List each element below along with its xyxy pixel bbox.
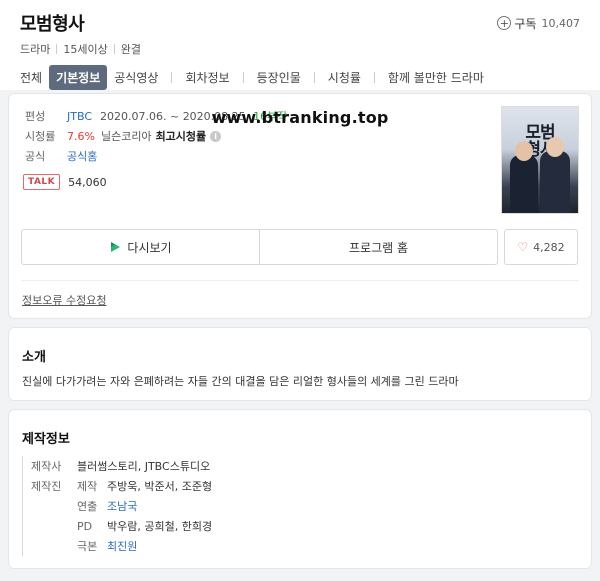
rating-value: 7.6% xyxy=(67,129,95,143)
staff-label: 제작진 xyxy=(31,480,62,493)
subscribe-count: 10,407 xyxy=(541,16,581,30)
official-home-link[interactable]: 공식홈 xyxy=(67,148,97,164)
divider xyxy=(21,280,579,281)
intro-card: 소개 진실에 다가가려는 자와 은폐하려는 자들 간의 대결을 담은 리얼한 형… xyxy=(9,328,591,400)
pd-value: 박우람, 공희철, 한희경 xyxy=(107,520,213,533)
tab-divider xyxy=(242,72,244,83)
producer-value: 주방욱, 박준서, 조준형 xyxy=(107,480,213,493)
poster-face xyxy=(515,141,533,161)
info-icon[interactable]: i xyxy=(210,130,222,142)
production-title: 제작정보 xyxy=(22,432,70,447)
director-link[interactable]: 조남국 xyxy=(107,498,137,514)
rating-source: 닐슨코리아 xyxy=(100,130,152,143)
subscribe-label: 구독 xyxy=(514,16,537,31)
tab-divider xyxy=(171,72,173,83)
tab-official-video[interactable]: 공식영상 xyxy=(107,65,165,90)
pd-label: PD xyxy=(77,519,93,533)
tab-all[interactable]: 전체 xyxy=(20,65,49,90)
divider xyxy=(113,44,115,54)
production-info: 제작사 블러썸스토리, JTBC스튜디오 제작진 제작 주방욱, 박준서, 조준… xyxy=(22,456,442,556)
meta-info: 드라마 15세이상 완결 xyxy=(20,41,580,57)
tab-divider xyxy=(313,72,315,83)
writer-label: 극본 xyxy=(77,540,98,553)
talk-badge[interactable]: TALK xyxy=(23,174,61,190)
intro-title: 소개 xyxy=(22,350,46,365)
tab-basic-info[interactable]: 기본정보 xyxy=(49,65,108,90)
like-button[interactable]: ♡ 4,282 xyxy=(504,229,578,265)
report-error-link[interactable]: 정보오류 수정요청 xyxy=(22,292,106,308)
page-title: 모범형사 xyxy=(20,14,85,35)
subscribe-button[interactable]: + 구독 10,407 xyxy=(497,15,580,32)
status: 완결 xyxy=(120,43,141,56)
plus-icon: + xyxy=(497,16,512,30)
company-label: 제작사 xyxy=(31,460,62,473)
like-count: 4,282 xyxy=(533,240,565,254)
header: 모범형사 + 구독 10,407 드라마 15세이상 완결 전체 기본정보 공식… xyxy=(0,0,600,90)
producer-label: 제작 xyxy=(77,480,98,493)
poster-figure xyxy=(510,155,538,213)
age-rating: 15세이상 xyxy=(63,43,108,56)
tab-episodes[interactable]: 회차정보 xyxy=(178,65,236,90)
tab-characters[interactable]: 등장인물 xyxy=(250,65,308,90)
replay-button[interactable]: 다시보기 xyxy=(22,230,259,264)
tab-bar: 전체 기본정보 공식영상 회차정보 등장인물 시청률 함께 볼만한 드라마 xyxy=(20,65,580,90)
watermark-text: www.btranking.top xyxy=(211,108,389,127)
divider xyxy=(56,44,58,54)
heart-icon: ♡ xyxy=(517,240,529,254)
rating-label: 시청률 xyxy=(25,130,56,143)
replay-label: 다시보기 xyxy=(127,240,172,255)
action-row: 다시보기 프로그램 홈 ♡ 4,282 xyxy=(21,229,579,265)
talk-count: 54,060 xyxy=(68,175,107,189)
poster-face xyxy=(546,137,564,157)
play-icon xyxy=(111,242,121,252)
official-label: 공식 xyxy=(25,150,46,163)
tab-ratings[interactable]: 시청률 xyxy=(321,65,368,90)
company-value: 블러썸스토리, JTBC스튜디오 xyxy=(77,460,211,473)
program-home-button[interactable]: 프로그램 홈 xyxy=(259,230,497,264)
basic-info-card: 편성 JTBC 2020.07.06. ~ 2020.08.25. 16부작 시… xyxy=(9,94,591,318)
action-group: 다시보기 프로그램 홈 xyxy=(21,229,498,265)
poster-figure xyxy=(540,151,570,213)
program-home-label: 프로그램 홈 xyxy=(348,240,408,255)
director-label: 연출 xyxy=(77,500,98,513)
intro-text: 진실에 다가가려는 자와 은폐하려는 자들 간의 대결을 담은 리얼한 형사들의… xyxy=(22,375,459,388)
rating-note: 최고시청률 xyxy=(155,130,207,143)
genre: 드라마 xyxy=(20,43,51,56)
tab-divider xyxy=(373,72,375,83)
tab-recommended[interactable]: 함께 볼만한 드라마 xyxy=(381,65,491,90)
production-card: 제작정보 제작사 블러썸스토리, JTBC스튜디오 제작진 제작 주방욱, 박준… xyxy=(9,410,591,568)
writer-link[interactable]: 최진원 xyxy=(107,538,137,554)
